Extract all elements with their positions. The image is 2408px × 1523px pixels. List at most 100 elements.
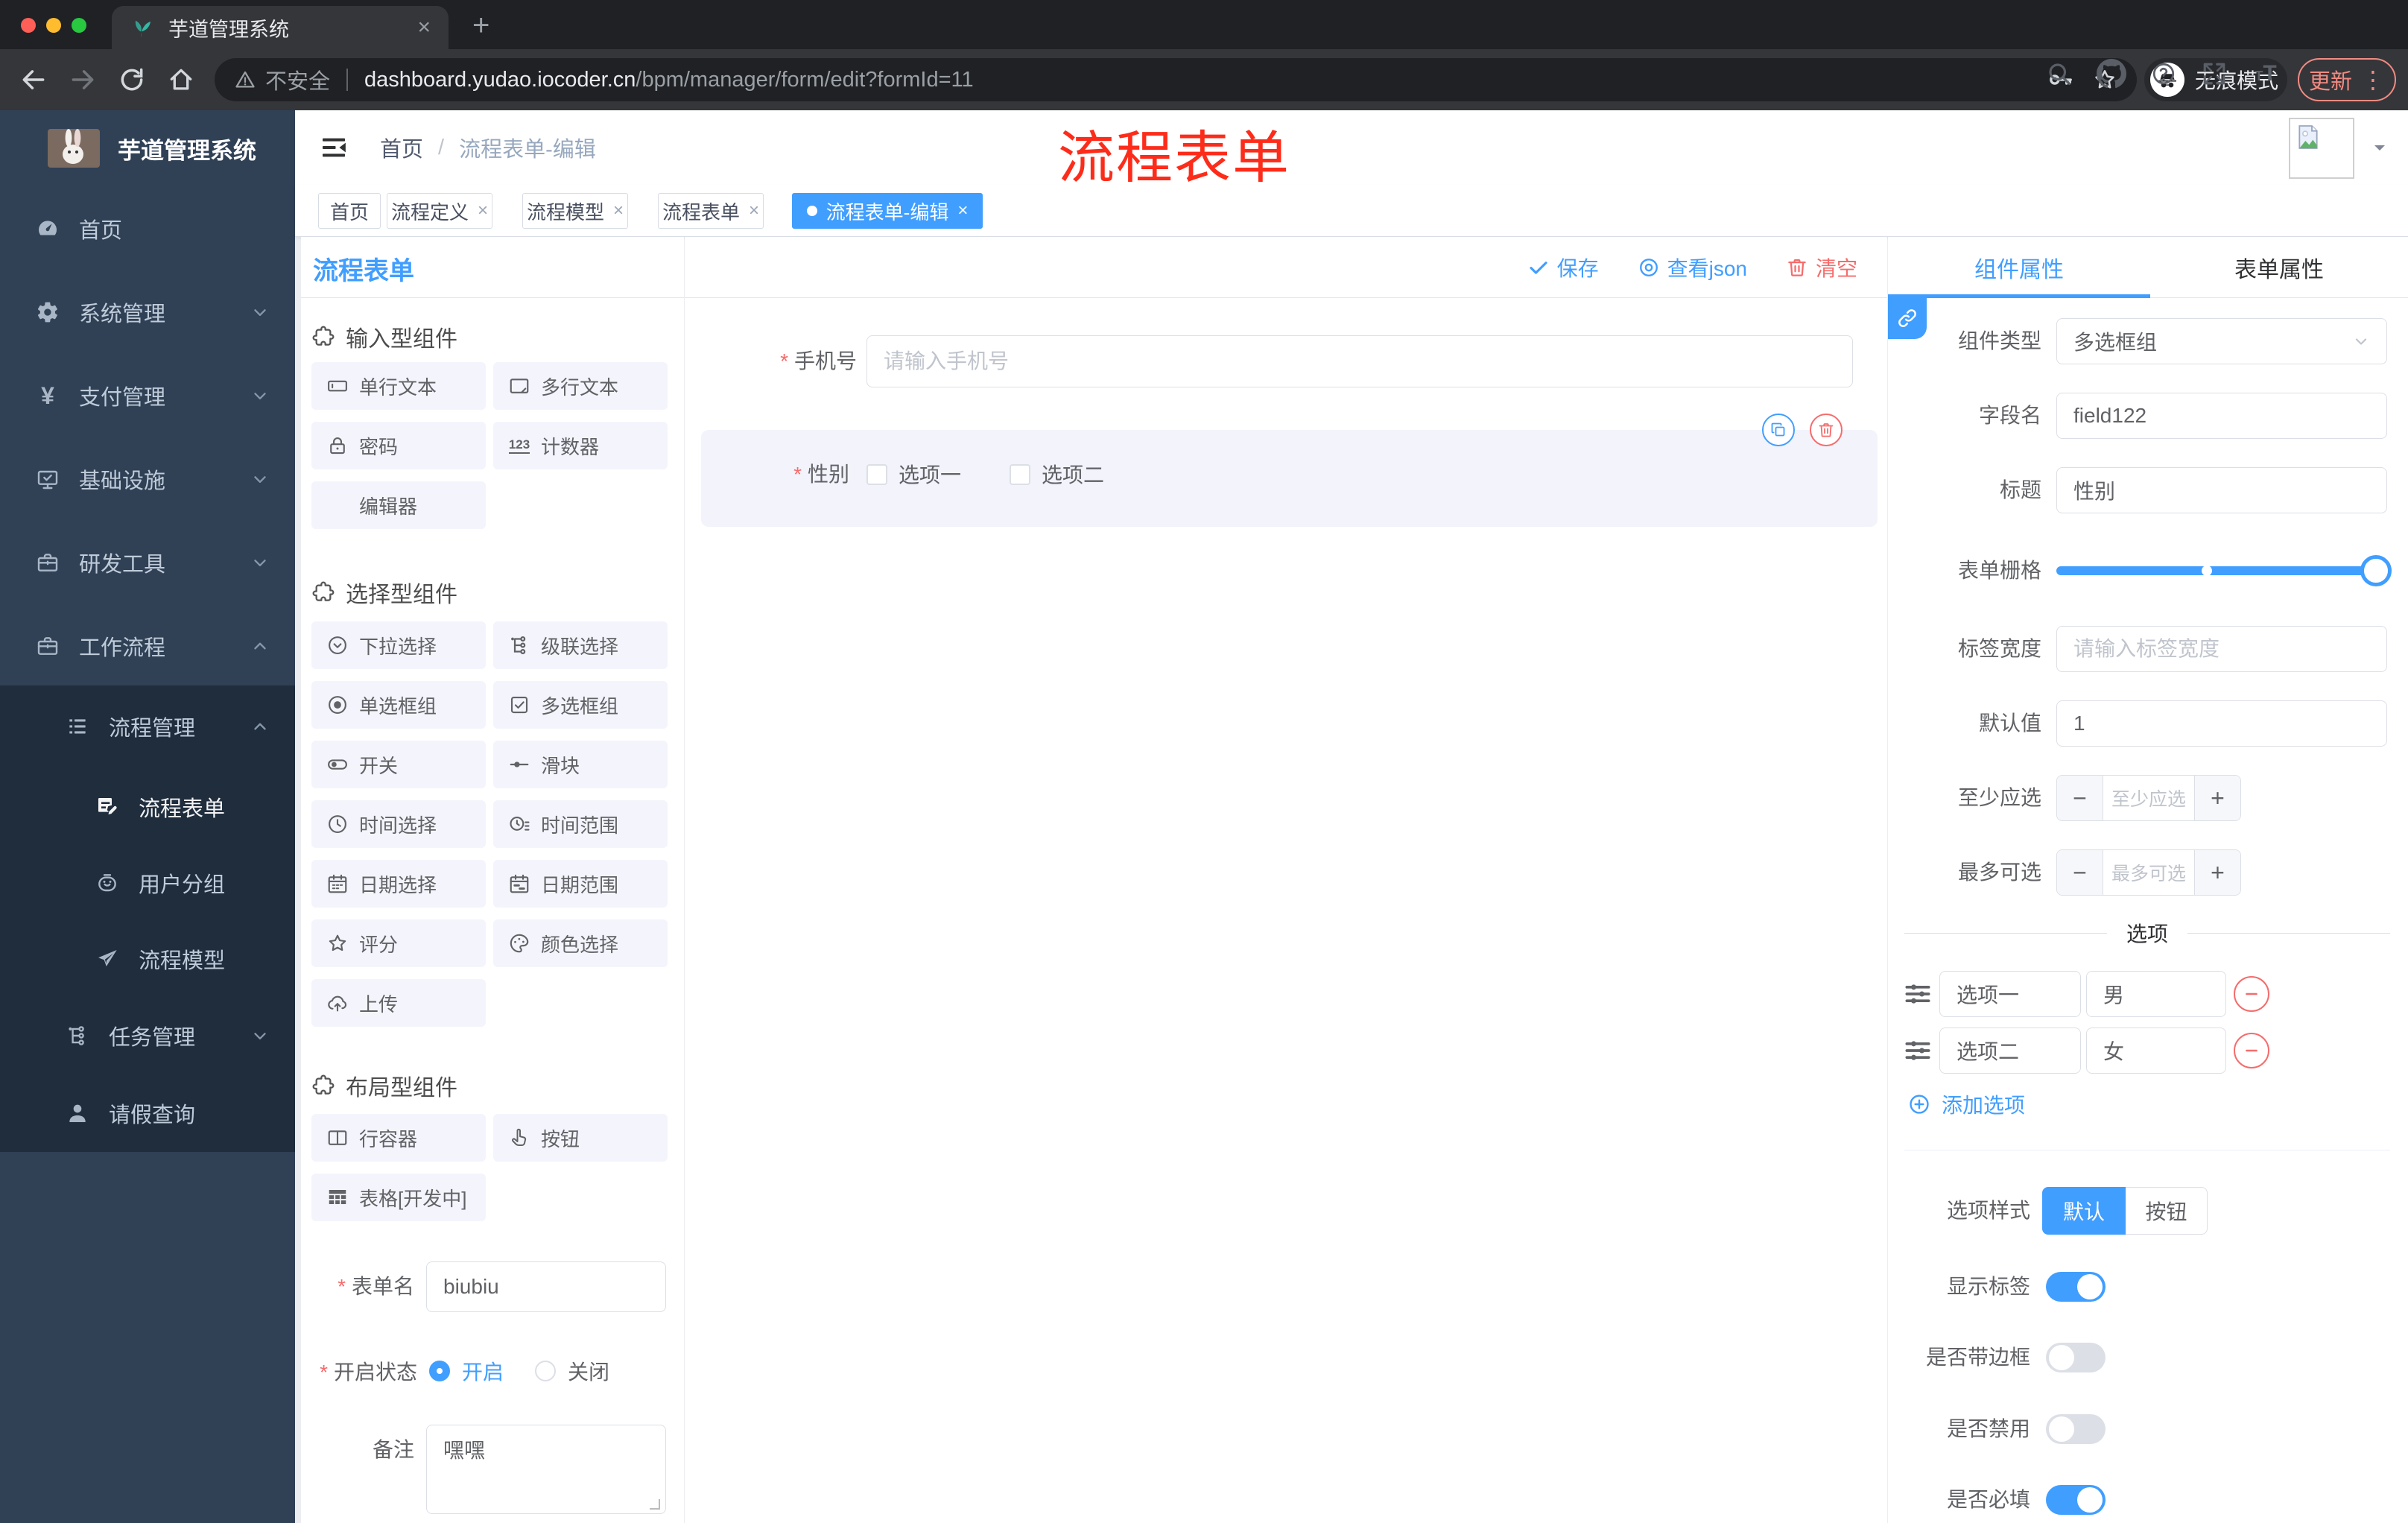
delete-component-button[interactable] xyxy=(1810,414,1843,446)
option1-value-input[interactable] xyxy=(2086,971,2226,1017)
gender-option2-label[interactable]: 选项二 xyxy=(1042,464,1104,487)
tab-component-props[interactable]: 组件属性 xyxy=(1888,237,2150,297)
tag-process-model[interactable]: 流程模型 × xyxy=(522,193,628,229)
tag-process-definition[interactable]: 流程定义 × xyxy=(387,193,492,229)
palette-item-editor[interactable]: 编辑器 xyxy=(311,481,486,529)
help-icon[interactable] xyxy=(2150,60,2177,87)
palette-item-date-range[interactable]: 日期范围 xyxy=(493,860,668,908)
palette-item-single-text[interactable]: 单行文本 xyxy=(311,362,486,410)
stepper-plus-button[interactable]: + xyxy=(2194,850,2240,895)
palette-item-radio-group[interactable]: 单选框组 xyxy=(311,681,486,729)
sidebar-item-workflow[interactable]: 工作流程 xyxy=(0,610,295,682)
breadcrumb-home[interactable]: 首页 xyxy=(380,132,423,163)
sidebar-item-user-group[interactable]: 用户分组 xyxy=(0,847,295,919)
view-json-button[interactable]: 查看json xyxy=(1638,253,1747,282)
palette-item-checkbox-group[interactable]: 多选框组 xyxy=(493,681,668,729)
zoom-window-button[interactable] xyxy=(72,18,86,33)
palette-item-counter[interactable]: 123 计数器 xyxy=(493,422,668,469)
duplicate-component-button[interactable] xyxy=(1762,414,1795,446)
tab-form-props[interactable]: 表单属性 xyxy=(2150,237,2408,297)
stepper-minus-button[interactable]: − xyxy=(2057,850,2103,895)
tag-process-form[interactable]: 流程表单 × xyxy=(658,193,764,229)
sidebar-item-task-mgmt[interactable]: 任务管理 xyxy=(0,1000,295,1071)
gender-option1-checkbox[interactable] xyxy=(866,464,887,485)
default-value-input[interactable] xyxy=(2056,700,2387,747)
sidebar-item-process-model[interactable]: 流程模型 xyxy=(0,923,295,995)
palette-item-time-picker[interactable]: 时间选择 xyxy=(311,800,486,848)
minimize-window-button[interactable] xyxy=(46,18,61,33)
option2-label-input[interactable] xyxy=(1939,1028,2081,1074)
border-toggle[interactable] xyxy=(2046,1343,2106,1372)
tab-close-icon[interactable]: × xyxy=(417,16,431,39)
chrome-update-button[interactable]: 更新 ⋮ xyxy=(2298,58,2396,101)
palette-item-select[interactable]: 下拉选择 xyxy=(311,621,486,669)
form-remark-textarea[interactable]: 嘿嘿 xyxy=(426,1425,666,1514)
label-width-input[interactable] xyxy=(2056,626,2387,672)
option1-label-input[interactable] xyxy=(1939,971,2081,1017)
remove-option2-button[interactable] xyxy=(2234,1033,2269,1068)
palette-item-row-container[interactable]: 行容器 xyxy=(311,1114,486,1162)
show-label-toggle[interactable] xyxy=(2046,1272,2106,1302)
palette-item-cascader[interactable]: 级联选择 xyxy=(493,621,668,669)
palette-item-table[interactable]: 表格[开发中] xyxy=(311,1174,486,1221)
option-drag-handle-icon[interactable] xyxy=(1901,1034,1934,1067)
tag-close-icon[interactable]: × xyxy=(478,202,488,220)
kebab-menu-icon[interactable]: ⋮ xyxy=(2361,68,2385,92)
sidebar-item-devtools[interactable]: 研发工具 xyxy=(0,527,295,598)
palette-item-switch[interactable]: 开关 xyxy=(311,741,486,788)
close-window-button[interactable] xyxy=(21,18,36,33)
tag-close-icon[interactable]: × xyxy=(749,202,759,220)
field-name-input[interactable] xyxy=(2056,393,2387,439)
avatar[interactable] xyxy=(2289,118,2354,179)
clear-button[interactable]: 清空 xyxy=(1786,253,1857,282)
home-icon[interactable] xyxy=(167,66,195,94)
sidebar-item-process-mgmt[interactable]: 流程管理 xyxy=(0,691,295,762)
reload-icon[interactable] xyxy=(118,66,146,94)
textarea-resize-handle[interactable] xyxy=(650,1499,660,1510)
max-select-placeholder[interactable]: 最多可选 xyxy=(2103,850,2194,895)
url-bar[interactable]: 不安全 dashboard.yudao.iocoder.cn/bpm/manag… xyxy=(215,58,2137,101)
disabled-toggle[interactable] xyxy=(2046,1414,2106,1444)
palette-item-time-range[interactable]: 时间范围 xyxy=(493,800,668,848)
style-button-button[interactable]: 按钮 xyxy=(2126,1187,2208,1235)
font-size-icon[interactable]: TT xyxy=(2250,58,2281,89)
palette-item-password[interactable]: 密码 xyxy=(311,422,486,469)
option2-value-input[interactable] xyxy=(2086,1028,2226,1074)
new-tab-button[interactable]: + xyxy=(472,10,489,40)
forward-icon[interactable] xyxy=(69,66,97,94)
form-name-input[interactable] xyxy=(426,1261,666,1312)
style-default-button[interactable]: 默认 xyxy=(2042,1187,2126,1235)
sidebar-item-leave-query[interactable]: 请假查询 xyxy=(0,1077,295,1149)
slider-handle[interactable] xyxy=(2360,555,2392,586)
gender-option1-label[interactable]: 选项一 xyxy=(899,464,961,487)
phone-field-input[interactable] xyxy=(866,335,1853,387)
form-grid-slider[interactable] xyxy=(2056,566,2387,575)
tag-close-icon[interactable]: × xyxy=(613,202,624,220)
min-select-placeholder[interactable]: 至少应选 xyxy=(2103,776,2194,820)
sidebar-item-system[interactable]: 系统管理 xyxy=(0,276,295,348)
tag-home[interactable]: 首页 xyxy=(318,193,381,229)
component-type-select[interactable]: 多选框组 xyxy=(2056,318,2387,364)
sidebar-fold-icon[interactable] xyxy=(319,133,349,162)
title-input[interactable] xyxy=(2056,467,2387,513)
option-drag-handle-icon[interactable] xyxy=(1901,978,1934,1010)
fullscreen-icon[interactable] xyxy=(2201,60,2228,87)
tag-process-form-edit[interactable]: 流程表单-编辑 × xyxy=(792,193,983,229)
status-on-radio[interactable] xyxy=(429,1361,450,1381)
palette-item-rate[interactable]: 评分 xyxy=(311,919,486,967)
palette-item-color-picker[interactable]: 颜色选择 xyxy=(493,919,668,967)
status-off-radio[interactable] xyxy=(535,1361,556,1381)
save-button[interactable]: 保存 xyxy=(1527,253,1599,282)
browser-tab[interactable]: 芋道管理系统 × xyxy=(112,6,449,49)
status-off-label[interactable]: 关闭 xyxy=(568,1361,609,1384)
sidebar-item-process-form[interactable]: 流程表单 xyxy=(0,771,295,843)
sidebar-item-home[interactable]: 首页 xyxy=(0,193,295,265)
remove-option1-button[interactable] xyxy=(2234,976,2269,1012)
palette-item-multi-text[interactable]: 多行文本 xyxy=(493,362,668,410)
stepper-minus-button[interactable]: − xyxy=(2057,776,2103,820)
tag-close-icon[interactable]: × xyxy=(957,202,968,220)
gender-option2-checkbox[interactable] xyxy=(1010,464,1030,485)
github-icon[interactable] xyxy=(2097,59,2126,89)
avatar-caret-icon[interactable] xyxy=(2371,139,2389,156)
back-icon[interactable] xyxy=(19,66,48,94)
